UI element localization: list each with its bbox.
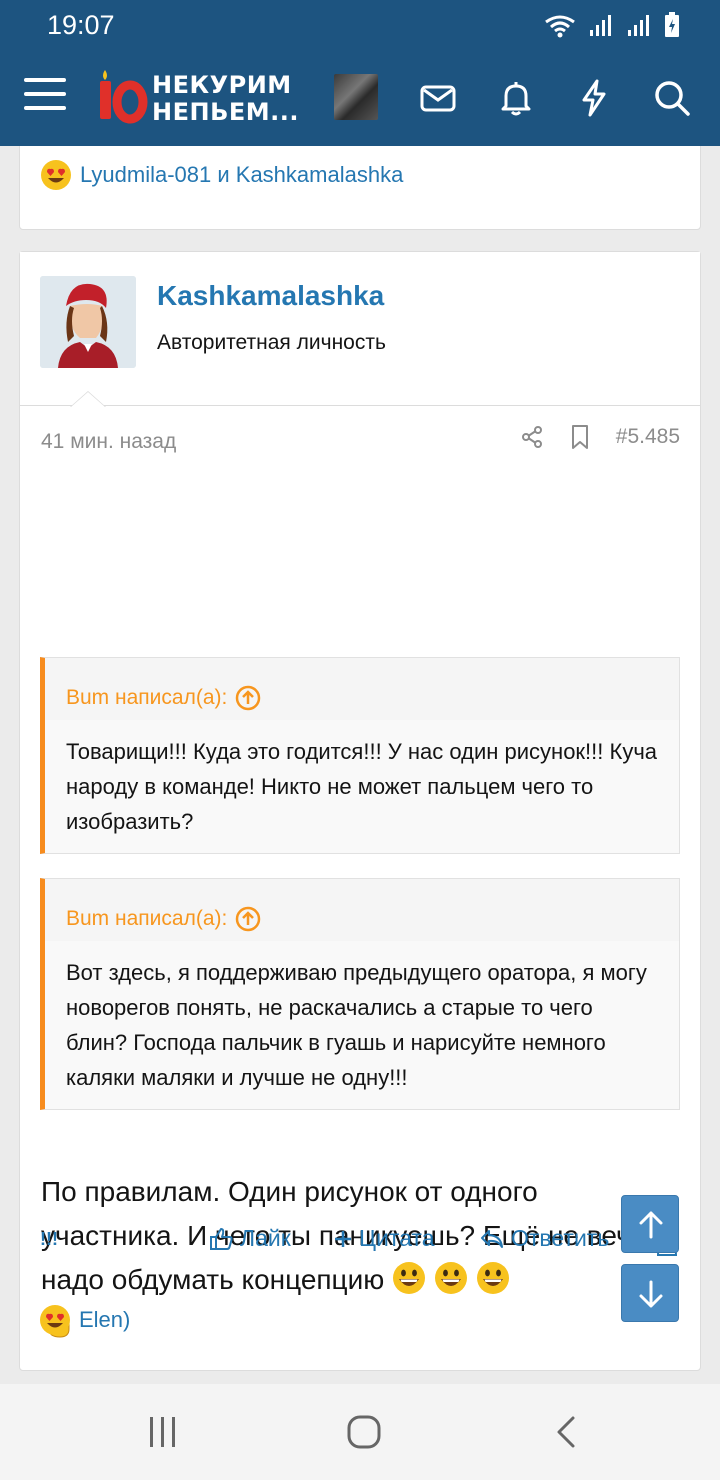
scroll-bottom-button[interactable] bbox=[621, 1264, 679, 1322]
reply-icon bbox=[481, 1229, 503, 1248]
grin-emoji-icon bbox=[393, 1262, 426, 1294]
scroll-top-button[interactable] bbox=[621, 1195, 679, 1253]
grin-emoji-icon bbox=[476, 1262, 509, 1294]
logo-line1: НЕКУРИМ bbox=[152, 71, 292, 99]
quote-text: Вот здесь, я поддерживаю предыдущего ора… bbox=[45, 941, 679, 1109]
quote-label[interactable]: Цитата bbox=[359, 1225, 435, 1252]
quote-author[interactable]: Bum написал(а): bbox=[66, 686, 227, 710]
system-navigation-bar bbox=[0, 1384, 720, 1480]
logo-ten-icon bbox=[100, 70, 148, 124]
mail-icon[interactable] bbox=[418, 78, 458, 118]
search-icon[interactable] bbox=[652, 78, 692, 118]
top-navigation: НЕКУРИМ НЕПЬЕМ... bbox=[0, 50, 720, 146]
header-caret bbox=[70, 391, 106, 407]
quote-text: Товарищи!!! Куда это годится!!! У нас од… bbox=[45, 720, 679, 853]
back-icon[interactable] bbox=[553, 1415, 579, 1449]
quote-block: Bum написал(а): Вот здесь, я поддерживаю… bbox=[40, 878, 680, 1110]
home-icon[interactable] bbox=[346, 1414, 382, 1450]
lightning-icon[interactable] bbox=[574, 78, 614, 118]
heart-eyes-emoji-icon bbox=[41, 160, 71, 190]
reply-button[interactable]: Ответить bbox=[479, 1225, 609, 1252]
reply-label[interactable]: Ответить bbox=[511, 1225, 609, 1252]
bookmark-icon[interactable] bbox=[570, 424, 590, 450]
wifi-icon bbox=[545, 15, 575, 38]
post-time[interactable]: 41 мин. назад bbox=[41, 430, 176, 454]
reactions-text[interactable]: Lyudmila-081 и Kashkamalashka bbox=[80, 162, 403, 188]
menu-icon[interactable] bbox=[24, 78, 66, 114]
post-reactions-text[interactable]: Elen) bbox=[79, 1307, 130, 1333]
post-avatar[interactable] bbox=[40, 276, 136, 368]
heart-eyes-emoji-icon bbox=[40, 1305, 70, 1335]
post-user-title: Авторитетная личность bbox=[157, 331, 386, 354]
arrow-down-icon bbox=[639, 1280, 663, 1308]
avatar-image bbox=[40, 276, 136, 368]
user-avatar[interactable] bbox=[334, 74, 378, 120]
grin-emoji-icon bbox=[434, 1262, 467, 1294]
logo-line2: НЕПЬЕМ... bbox=[152, 98, 299, 126]
status-bar: 19:07 bbox=[0, 0, 720, 50]
quote-button[interactable]: Цитата bbox=[333, 1225, 435, 1252]
post-user-header: Kashkamalashka Авторитетная личность bbox=[20, 252, 700, 406]
post-number[interactable]: #5.485 bbox=[616, 425, 680, 449]
status-icons bbox=[544, 12, 680, 38]
status-time: 19:07 bbox=[47, 10, 115, 40]
post: Kashkamalashka Авторитетная личность 41 … bbox=[19, 251, 701, 1371]
thread-content[interactable]: Lyudmila-081 и Kashkamalashka Kashkamala… bbox=[0, 146, 720, 1384]
post-actions: !!! Лайк Цитата Ответить bbox=[19, 1225, 699, 1265]
report-link[interactable]: !!! bbox=[40, 1229, 58, 1250]
arrow-up-icon bbox=[639, 1211, 663, 1239]
reactions-summary[interactable]: Lyudmila-081 и Kashkamalashka bbox=[40, 159, 403, 191]
post-meta-actions: #5.485 bbox=[520, 424, 680, 450]
plus-icon bbox=[335, 1230, 351, 1247]
share-icon[interactable] bbox=[520, 425, 544, 449]
previous-post: Lyudmila-081 и Kashkamalashka bbox=[19, 146, 701, 230]
quote-author[interactable]: Bum написал(а): bbox=[66, 907, 227, 931]
quote-header[interactable]: Bum написал(а): bbox=[45, 879, 679, 941]
thumbs-up-icon bbox=[210, 1227, 233, 1250]
quote-header[interactable]: Bum написал(а): bbox=[45, 658, 679, 720]
arrow-up-circle-icon[interactable] bbox=[235, 685, 261, 711]
like-button[interactable]: Лайк bbox=[208, 1225, 291, 1252]
post-username[interactable]: Kashkamalashka bbox=[157, 280, 384, 312]
site-logo[interactable]: НЕКУРИМ НЕПЬЕМ... bbox=[96, 68, 299, 126]
quote-block: Bum написал(а): Товарищи!!! Куда это год… bbox=[40, 657, 680, 854]
arrow-up-circle-icon[interactable] bbox=[235, 906, 261, 932]
post-reactions-summary[interactable]: Elen) bbox=[39, 1304, 130, 1336]
bell-icon[interactable] bbox=[496, 78, 536, 118]
signal-icon-2 bbox=[628, 15, 649, 36]
signal-icon bbox=[590, 15, 611, 36]
battery-icon bbox=[665, 12, 679, 37]
like-label[interactable]: Лайк bbox=[240, 1225, 291, 1252]
recent-apps-icon[interactable] bbox=[146, 1415, 180, 1449]
